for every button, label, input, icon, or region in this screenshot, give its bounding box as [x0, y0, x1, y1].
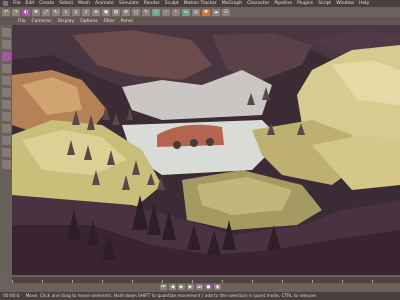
live-select-icon[interactable]: ◐ — [22, 8, 30, 16]
cube-icon[interactable]: ▢ — [132, 8, 140, 16]
menu-character[interactable]: Character — [247, 1, 269, 6]
mode-sidebar — [0, 25, 12, 275]
rotate-icon[interactable]: ↻ — [52, 8, 60, 16]
scale-icon[interactable]: ⤢ — [42, 8, 50, 16]
floor-icon[interactable]: ▭ — [182, 8, 190, 16]
app-logo-icon — [3, 1, 8, 6]
menu-sculpt[interactable]: Sculpt — [165, 1, 179, 6]
workplane-icon[interactable] — [1, 64, 11, 73]
play-icon[interactable]: ▶ — [178, 284, 185, 290]
locked-workplane-icon[interactable] — [1, 148, 11, 157]
planar-workplane-icon[interactable] — [1, 160, 11, 169]
menu-motion-tracker[interactable]: Motion Tracker — [184, 1, 217, 6]
axis-z-icon[interactable]: z — [82, 8, 90, 16]
main-toolbar: ↶ ↷ ◐ ✥ ⤢ ↻ x y z ⊕ ▣ ▤ ⚙ ▢ ✎ ◇ ⋮ ⌇ ▭ ◎ … — [0, 7, 400, 17]
coordinate-system-icon[interactable]: ⊕ — [92, 8, 100, 16]
points-mode-icon[interactable] — [1, 76, 11, 85]
viewport-menu-display[interactable]: Display — [58, 19, 75, 24]
menu-window[interactable]: Window — [336, 1, 354, 6]
texture-mode-icon[interactable] — [1, 52, 11, 61]
axis-y-icon[interactable]: y — [72, 8, 80, 16]
viewport-menu: File Cameras Display Options Filter Pane… — [0, 17, 400, 25]
viewport-menu-file[interactable]: File — [18, 19, 26, 24]
sky-icon[interactable]: ☁ — [212, 8, 220, 16]
menu-render[interactable]: Render — [144, 1, 160, 6]
array-icon[interactable]: ⋮ — [162, 8, 170, 16]
subdivision-icon[interactable]: ◇ — [152, 8, 160, 16]
pen-icon[interactable]: ✎ — [142, 8, 150, 16]
menu-simulate[interactable]: Simulate — [119, 1, 139, 6]
undo-icon[interactable]: ↶ — [2, 8, 10, 16]
axis-x-icon[interactable]: x — [62, 8, 70, 16]
menu-mograph[interactable]: MoGraph — [222, 1, 242, 6]
menu-mesh[interactable]: Mesh — [78, 1, 90, 6]
record-icon[interactable]: ● — [205, 284, 212, 290]
menu-pipeline[interactable]: Pipeline — [274, 1, 292, 6]
deformer-icon[interactable]: ⌇ — [172, 8, 180, 16]
render-view-icon[interactable]: ▣ — [102, 8, 110, 16]
axis-mode-icon[interactable] — [1, 112, 11, 121]
menu-select[interactable]: Select — [59, 1, 73, 6]
viewport-menu-panel[interactable]: Panel — [121, 19, 133, 24]
model-mode-icon[interactable] — [1, 40, 11, 49]
polygons-mode-icon[interactable] — [1, 100, 11, 109]
menu-animate[interactable]: Animate — [95, 1, 114, 6]
menu-help[interactable]: Help — [359, 1, 369, 6]
make-editable-icon[interactable] — [1, 28, 11, 37]
autokey-icon[interactable]: ◉ — [214, 284, 221, 290]
go-to-start-icon[interactable]: ⏮ — [160, 284, 167, 290]
status-frame: 00:00:0 — [3, 293, 20, 299]
light-icon[interactable]: ✺ — [202, 8, 210, 16]
viewport-menu-cameras[interactable]: Cameras — [32, 19, 52, 24]
timeline-ruler[interactable] — [12, 277, 400, 283]
edges-mode-icon[interactable] — [1, 88, 11, 97]
menu-bar: File Edit Create Select Mesh Animate Sim… — [0, 0, 400, 7]
viewport-menu-filter[interactable]: Filter — [104, 19, 115, 24]
tweak-mode-icon[interactable] — [1, 124, 11, 133]
redo-icon[interactable]: ↷ — [12, 8, 20, 16]
scene-render — [12, 25, 400, 275]
status-bar: 00:00:0 Move: Click and drag to move ele… — [0, 292, 400, 300]
status-text: Move: Click and drag to move elements. H… — [25, 293, 318, 299]
snapping-icon[interactable] — [1, 136, 11, 145]
menu-plugins[interactable]: Plugins — [297, 1, 313, 6]
next-frame-icon[interactable]: ▶ — [187, 284, 194, 290]
go-to-end-icon[interactable]: ⏭ — [196, 284, 203, 290]
playback-controls: ⏮ ◀ ▶ ▶ ⏭ ● ◉ — [160, 284, 221, 290]
previous-frame-icon[interactable]: ◀ — [169, 284, 176, 290]
menu-edit[interactable]: Edit — [26, 1, 35, 6]
render-picture-viewer-icon[interactable]: ▤ — [112, 8, 120, 16]
menu-script[interactable]: Script — [318, 1, 331, 6]
layout-icon[interactable]: ☰ — [222, 8, 230, 16]
viewport-3d[interactable] — [12, 25, 400, 275]
render-settings-icon[interactable]: ⚙ — [122, 8, 130, 16]
menu-file[interactable]: File — [13, 1, 21, 6]
viewport-menu-options[interactable]: Options — [80, 19, 97, 24]
timeline: ⏮ ◀ ▶ ▶ ⏭ ● ◉ — [0, 275, 400, 292]
menu-create[interactable]: Create — [39, 1, 54, 6]
move-icon[interactable]: ✥ — [32, 8, 40, 16]
camera-icon[interactable]: ◎ — [192, 8, 200, 16]
